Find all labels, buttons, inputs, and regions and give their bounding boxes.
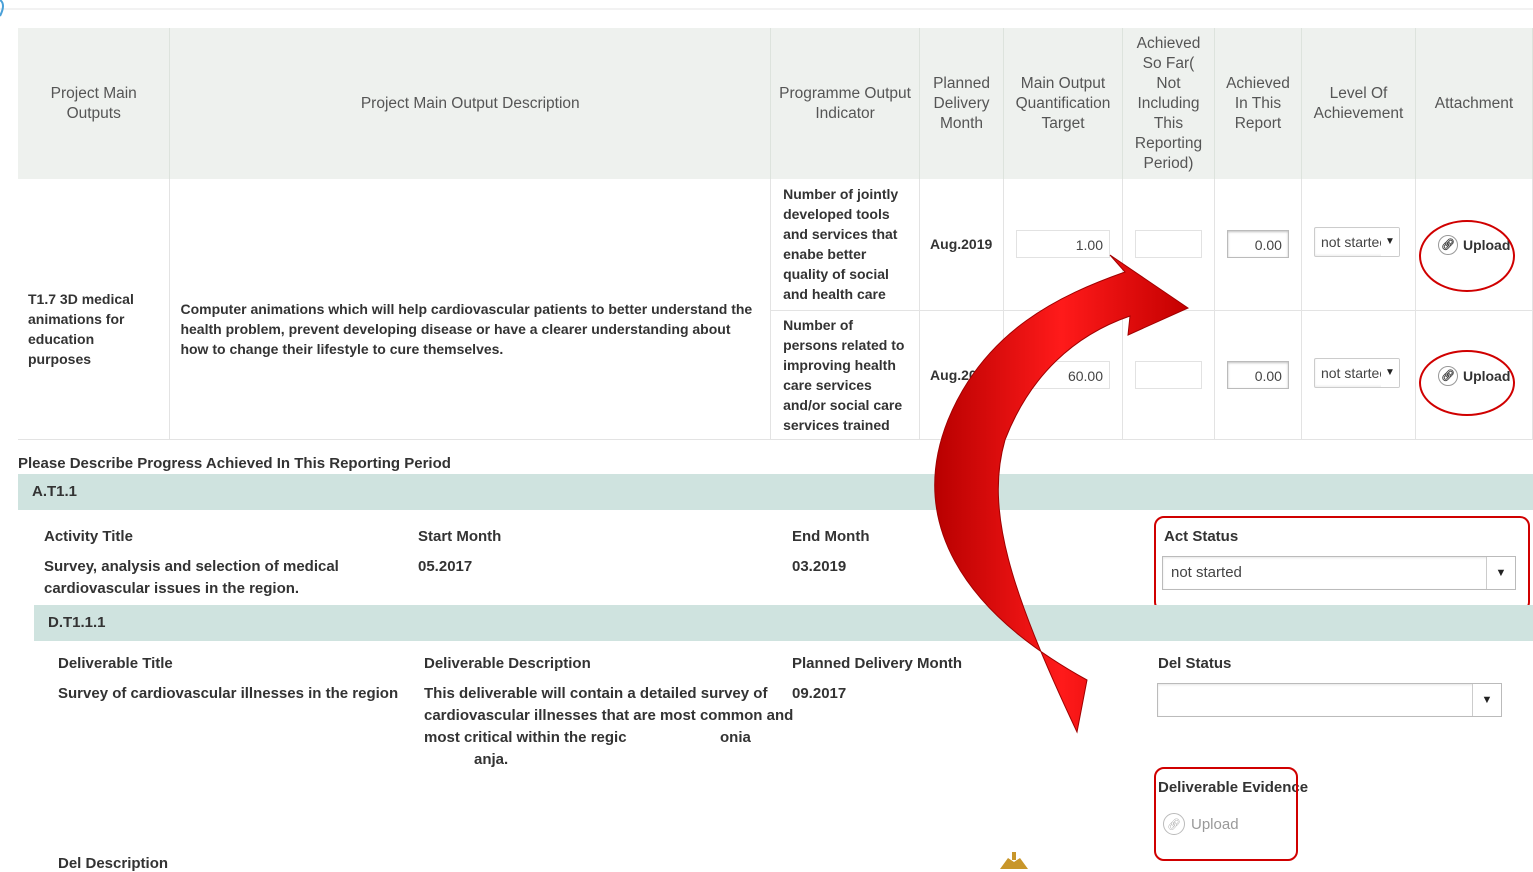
deliverable-code-bar: D.T1.1.1 xyxy=(34,605,1533,641)
level-select[interactable]: not startec ▼ xyxy=(1313,227,1400,257)
achieved-report-input[interactable]: 0.00 xyxy=(1226,230,1289,259)
header-main-outputs: Project Main Outputs xyxy=(18,28,171,179)
chevron-down-icon: ▼ xyxy=(1472,684,1501,716)
deliverable-description-line: anja. xyxy=(474,751,509,768)
output-description: Computer animations which will help card… xyxy=(169,179,772,440)
indicator-text: Number of jointly developed tools and se… xyxy=(770,179,921,311)
table-header-row: Project Main Outputs Project Main Output… xyxy=(18,28,1533,179)
achieved-so-far-field[interactable] xyxy=(1135,230,1202,259)
header-target: Main Output Quantification Target xyxy=(1003,28,1123,179)
del-status-select[interactable]: ▼ xyxy=(1157,683,1502,717)
deliverable-title: Survey of cardiovascular illnesses in th… xyxy=(58,685,399,702)
end-month-label: End Month xyxy=(792,528,870,545)
header-level: Level Of Achievement xyxy=(1301,28,1416,179)
activity-title-label: Activity Title xyxy=(44,528,133,545)
corner-accent xyxy=(0,0,8,18)
deliverable-description-line: This deliverable will contain a detailed… xyxy=(424,685,768,702)
planned-month: Aug.20 xyxy=(919,310,1005,440)
activity-title: Survey, analysis and selection of medica… xyxy=(44,558,339,597)
chevron-down-icon: ▼ xyxy=(1380,358,1399,387)
annotation-rect xyxy=(1154,767,1298,861)
achieved-report-input[interactable]: 0.00 xyxy=(1226,360,1289,389)
level-select-value: not startec xyxy=(1320,364,1387,381)
outputs-table: Project Main Outputs Project Main Output… xyxy=(18,28,1533,440)
level-select[interactable]: not startec ▼ xyxy=(1313,357,1400,388)
header-achieved-report: Achieved In This Report xyxy=(1214,28,1302,179)
header-indicator: Programme Output Indicator xyxy=(770,28,921,179)
header-description: Project Main Output Description xyxy=(169,28,772,179)
indicator-text: Number of persons related to improving h… xyxy=(770,310,921,440)
activity-code-bar: A.T1.1 xyxy=(18,474,1533,510)
deliverable-description-line: cardiovascular illnesses that are most c… xyxy=(424,707,794,724)
deliverable-description-line: most critical within the regic xyxy=(424,729,627,746)
planned-delivery-month-label: Planned Delivery Month xyxy=(792,655,963,672)
annotation-circle xyxy=(1419,350,1515,416)
deliverable-description-fragment: onia xyxy=(720,729,751,746)
header-planned-month: Planned Delivery Month xyxy=(919,28,1005,179)
start-month: 05.2017 xyxy=(418,558,473,575)
crest-icon xyxy=(1000,852,1028,869)
deliverable-title-label: Deliverable Title xyxy=(58,655,173,672)
del-status-label: Del Status xyxy=(1158,655,1232,672)
target-field[interactable]: 1.00 xyxy=(1016,230,1110,259)
planned-month: Aug.2019 xyxy=(919,179,1005,311)
chevron-down-icon: ▼ xyxy=(1380,228,1399,256)
header-achieved-so-far: Achieved So Far( Not Including This Repo… xyxy=(1122,28,1215,179)
del-description-label: Del Description xyxy=(58,855,169,872)
planned-delivery-month: 09.2017 xyxy=(792,685,847,702)
annotation-rect xyxy=(1154,516,1530,612)
end-month: 03.2019 xyxy=(792,558,847,575)
table-row: T1.7 3D medical animations for education… xyxy=(18,179,1533,440)
header-attachment: Attachment xyxy=(1415,28,1533,179)
top-divider xyxy=(0,8,1533,10)
activity-code: A.T1.1 xyxy=(32,483,78,500)
target-field[interactable]: 60.00 xyxy=(1016,360,1110,389)
start-month-label: Start Month xyxy=(418,528,502,545)
achieved-so-far-field[interactable] xyxy=(1135,360,1202,389)
deliverable-description-label: Deliverable Description xyxy=(424,655,591,672)
deliverable-code: D.T1.1.1 xyxy=(48,614,106,631)
annotation-circle xyxy=(1419,220,1515,292)
output-name: T1.7 3D medical animations for education… xyxy=(18,179,171,440)
progress-label: Please Describe Progress Achieved In Thi… xyxy=(18,455,451,472)
level-select-value: not startec xyxy=(1320,234,1387,250)
